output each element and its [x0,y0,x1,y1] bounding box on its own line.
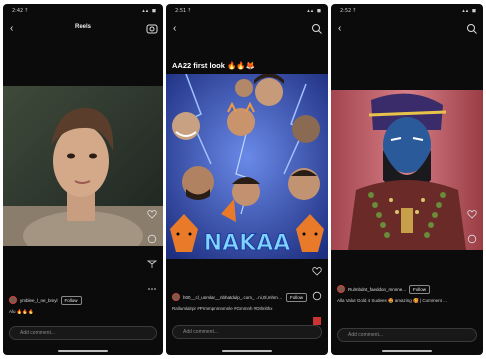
action-rail [467,209,479,259]
home-indicator [58,350,108,352]
home-indicator [222,350,272,352]
follow-button[interactable]: Follow [286,292,308,302]
page-title: Reels [74,24,91,30]
caption: Rallumlalrpr #Prmmpnmnmnle #Gmmnh #Dtlml… [172,306,273,311]
portrait-image [3,86,163,246]
character-image [331,90,483,250]
status-icons: ▴▴ ◼ [462,8,477,14]
avatar[interactable] [172,293,180,301]
reel-panel-1: 2:42 ? ▴▴ ◼ ‹ Reels ymblee_l_ne_bmyl Fol… [3,4,163,355]
author-row: Rulmbdnt_faeddon_mnnne... Follow [337,283,465,295]
reel-video[interactable] [3,86,163,246]
comment-input[interactable]: Add comment... [9,326,157,340]
status-bar: 2:42 ? ▴▴ ◼ [3,7,163,16]
author-row: ymblee_l_ne_bmyl Follow [9,294,145,306]
status-bar: 2:52 ? ▴▴ ◼ [331,7,483,16]
username[interactable]: h00__cl_unmlar__nbhatdulp_.com_ ..ni,0l,… [183,295,283,300]
author-row: h00__cl_unmlar__nbhatdulp_.com_ ..ni,0l,… [172,291,310,303]
status-time: 2:51 ? [175,8,191,14]
avatar[interactable] [9,296,17,304]
status-bar: 2:51 ? ▴▴ ◼ [166,7,328,16]
search-icon[interactable] [466,23,478,34]
caption: Alu 🔥🔥🔥 [9,309,34,314]
home-indicator [382,350,432,352]
top-bar: ‹ Reels [3,22,163,36]
post-title: AA22 first look 🔥🔥🦊 [172,61,256,70]
back-arrow-icon[interactable]: ‹ [173,22,176,36]
poster-image: NAKAA [166,74,328,259]
comment-icon[interactable] [467,234,477,244]
top-bar: ‹ [166,22,328,36]
top-bar: ‹ [331,22,483,36]
follow-button[interactable]: Follow [60,295,82,305]
more-icon[interactable] [147,284,157,294]
avatar[interactable] [337,285,345,293]
action-rail [146,209,159,309]
poster-title: NAKAA [204,231,291,256]
camera-icon[interactable] [146,23,158,34]
status-icons: ▴▴ ◼ [307,8,322,14]
heart-icon[interactable] [467,209,477,219]
search-icon[interactable] [311,23,323,34]
heart-icon[interactable] [312,266,322,276]
reel-panel-2: 2:51 ? ▴▴ ◼ ‹ AA22 first look 🔥🔥🦊 NAKAA … [166,4,328,355]
back-arrow-icon[interactable]: ‹ [338,22,341,36]
status-icons: ▴▴ ◼ [142,8,157,14]
username[interactable]: ymblee_l_ne_bmyl [20,298,58,303]
heart-icon[interactable] [147,209,157,219]
comment-input[interactable]: Add comment... [172,325,322,339]
share-icon[interactable] [146,259,158,269]
reel-video[interactable] [331,90,483,250]
comment-input[interactable]: Add comment... [337,328,477,342]
status-time: 2:52 ? [340,8,356,14]
follow-button[interactable]: Follow [409,284,431,294]
comment-icon[interactable] [147,234,157,244]
comment-icon[interactable] [312,291,322,301]
caption: Alla Valut Gold 4 Sudees 🤩 amazing 🥰 | C… [337,298,447,303]
username[interactable]: Rulmbdnt_faeddon_mnnne... [348,287,406,292]
reel-video[interactable]: NAKAA [166,74,328,259]
status-time: 2:42 ? [12,8,28,14]
reel-panel-3: 2:52 ? ▴▴ ◼ ‹ Rulmbdnt_faeddon_mnnne... … [331,4,483,355]
